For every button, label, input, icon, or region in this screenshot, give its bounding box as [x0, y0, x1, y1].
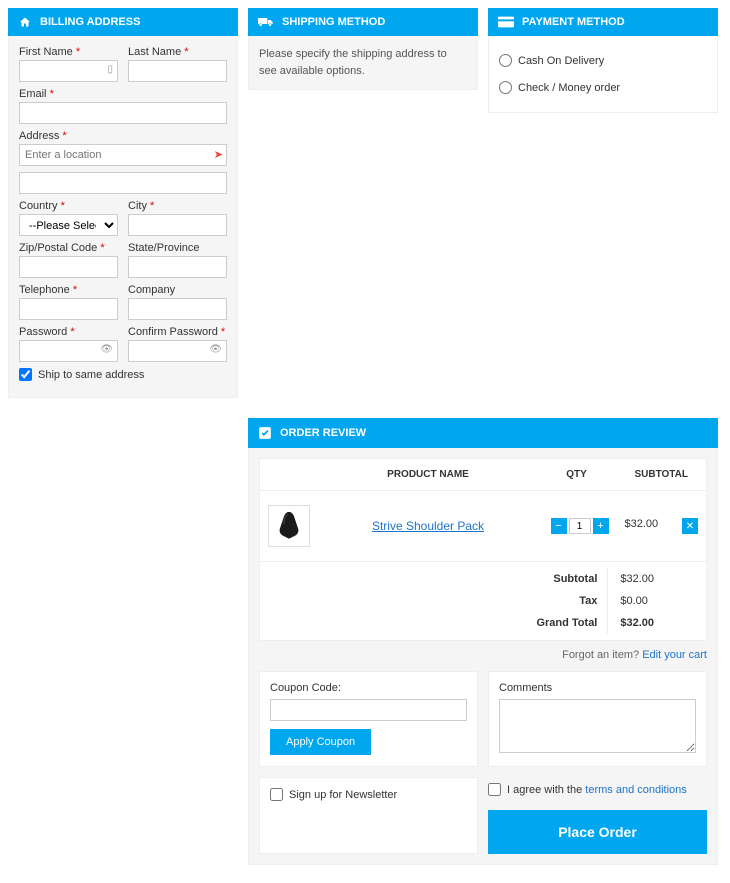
payment-header: PAYMENT METHOD	[488, 8, 718, 36]
totals-table: Subtotal$32.00 Tax$0.00 Grand Total$32.0…	[260, 568, 706, 634]
contact-icon: ▯	[107, 64, 113, 75]
comments-label: Comments	[499, 682, 552, 694]
ship-same-checkbox[interactable]	[19, 368, 32, 381]
subtotal-value: $32.00	[608, 568, 706, 590]
review-title: ORDER REVIEW	[280, 427, 366, 439]
check-radio[interactable]	[499, 81, 512, 94]
label-password: Password	[19, 326, 118, 338]
label-city: City	[128, 200, 227, 212]
home-icon	[18, 16, 32, 28]
label-last-name: Last Name	[128, 46, 227, 58]
label-confirm: Confirm Password	[128, 326, 227, 338]
review-panel: ORDER REVIEW PRODUCT NAME QTY SUBTOTAL	[248, 418, 718, 865]
col-sub: SUBTOTAL	[617, 459, 707, 491]
table-row: Strive Shoulder Pack − + $32.00 ✕	[260, 491, 707, 562]
zip-field[interactable]	[19, 256, 118, 278]
shipping-header: SHIPPING METHOD	[248, 8, 478, 36]
cod-radio[interactable]	[499, 54, 512, 67]
agree-checkbox[interactable]	[488, 783, 501, 796]
edit-cart-link[interactable]: Edit your cart	[642, 649, 707, 661]
apply-coupon-button[interactable]: Apply Coupon	[270, 729, 371, 755]
card-icon	[498, 16, 514, 28]
tax-value: $0.00	[608, 590, 706, 612]
first-name-field[interactable]	[19, 60, 118, 82]
city-field[interactable]	[128, 214, 227, 236]
state-field[interactable]	[128, 256, 227, 278]
qty-plus-button[interactable]: +	[593, 518, 609, 534]
product-link[interactable]: Strive Shoulder Pack	[328, 519, 529, 533]
billing-body: First Name ▯ Last Name Email	[8, 36, 238, 398]
eye-icon[interactable]: 👁	[209, 344, 222, 355]
terms-link[interactable]: terms and conditions	[585, 784, 687, 796]
country-select[interactable]: --Please Select--	[19, 214, 118, 236]
last-name-field[interactable]	[128, 60, 227, 82]
qty-minus-button[interactable]: −	[551, 518, 567, 534]
item-subtotal: $32.00	[625, 518, 659, 530]
place-order-box: I agree with the terms and conditions Pl…	[488, 777, 707, 854]
place-order-button[interactable]: Place Order	[488, 810, 707, 854]
subtotal-label: Subtotal	[260, 568, 608, 590]
newsletter-box: Sign up for Newsletter	[259, 777, 478, 854]
coupon-label: Coupon Code:	[270, 682, 341, 694]
label-address: Address	[19, 130, 227, 142]
tax-label: Tax	[260, 590, 608, 612]
col-name: PRODUCT NAME	[320, 459, 537, 491]
payment-panel: PAYMENT METHOD Cash On Delivery Check / …	[488, 8, 718, 113]
check-label: Check / Money order	[518, 82, 620, 94]
shipping-message: Please specify the shipping address to s…	[259, 46, 467, 79]
address2-field[interactable]	[19, 172, 227, 194]
label-email: Email	[19, 88, 227, 100]
shipping-body: Please specify the shipping address to s…	[248, 36, 478, 90]
ship-same-label: Ship to same address	[38, 369, 144, 381]
qty-input[interactable]	[569, 518, 591, 534]
company-field[interactable]	[128, 298, 227, 320]
location-icon[interactable]: ➤	[214, 148, 223, 161]
billing-panel: BILLING ADDRESS First Name ▯ Last Name	[8, 8, 238, 398]
payment-title: PAYMENT METHOD	[522, 16, 625, 28]
review-header: ORDER REVIEW	[248, 418, 718, 448]
shipping-panel: SHIPPING METHOD Please specify the shipp…	[248, 8, 478, 90]
billing-title: BILLING ADDRESS	[40, 16, 140, 28]
label-zip: Zip/Postal Code	[19, 242, 118, 254]
coupon-box: Coupon Code: Apply Coupon	[259, 671, 478, 767]
address-field[interactable]	[19, 144, 227, 166]
review-body: PRODUCT NAME QTY SUBTOTAL Strive Shoulde…	[248, 448, 718, 865]
forgot-row: Forgot an item? Edit your cart	[259, 649, 707, 661]
coupon-field[interactable]	[270, 699, 467, 721]
comments-box: Comments	[488, 671, 707, 767]
label-company: Company	[128, 284, 227, 296]
newsletter-checkbox[interactable]	[270, 788, 283, 801]
agree-label: I agree with the terms and conditions	[507, 784, 687, 796]
email-field[interactable]	[19, 102, 227, 124]
telephone-field[interactable]	[19, 298, 118, 320]
payment-body: Cash On Delivery Check / Money order	[488, 36, 718, 113]
eye-icon[interactable]: 👁	[100, 344, 113, 355]
grand-value: $32.00	[608, 612, 706, 634]
product-image	[268, 505, 310, 547]
review-table: PRODUCT NAME QTY SUBTOTAL Strive Shoulde…	[259, 458, 707, 562]
label-first-name: First Name	[19, 46, 118, 58]
cod-label: Cash On Delivery	[518, 55, 604, 67]
comments-field[interactable]	[499, 699, 696, 753]
check-icon	[258, 426, 272, 440]
newsletter-label: Sign up for Newsletter	[289, 789, 397, 801]
shipping-title: SHIPPING METHOD	[282, 16, 385, 28]
truck-icon	[258, 16, 274, 28]
label-telephone: Telephone	[19, 284, 118, 296]
grand-label: Grand Total	[260, 612, 608, 634]
remove-item-button[interactable]: ✕	[682, 518, 698, 534]
label-state: State/Province	[128, 242, 227, 254]
billing-header: BILLING ADDRESS	[8, 8, 238, 36]
col-qty: QTY	[537, 459, 617, 491]
label-country: Country	[19, 200, 118, 212]
